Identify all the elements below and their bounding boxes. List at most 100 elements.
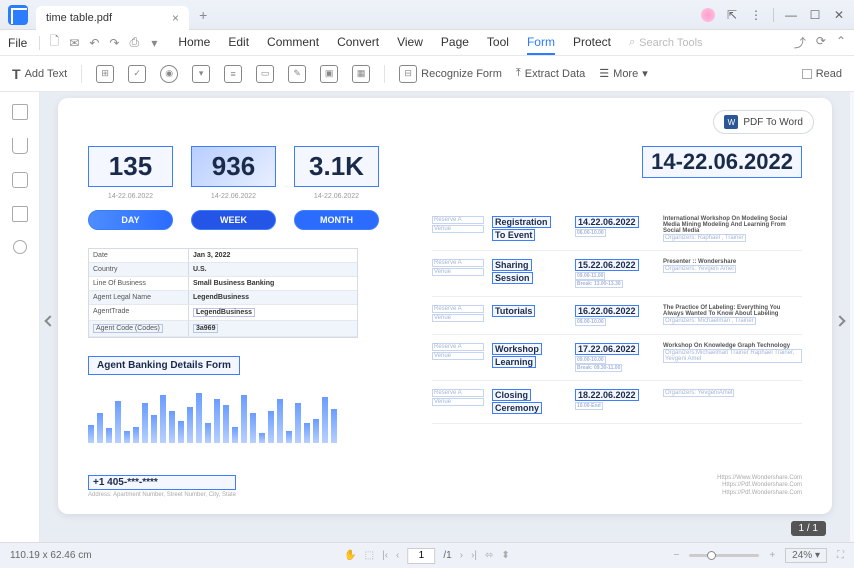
fit-page-icon[interactable]: ⬍ <box>501 550 509 561</box>
event-date[interactable]: 15.22.06.2022 <box>575 259 639 271</box>
extract-data-button[interactable]: ⤒ Extract Data <box>516 67 585 80</box>
bar <box>304 423 310 443</box>
close-icon[interactable]: × <box>172 11 179 25</box>
bar <box>115 401 121 443</box>
text-field-icon[interactable]: ⊞ <box>96 65 114 83</box>
chart-title[interactable]: Agent Banking Details Form <box>88 356 240 375</box>
bar <box>241 395 247 443</box>
form-row: DateJan 3, 2022 <box>89 249 357 263</box>
attachment-icon[interactable] <box>12 206 28 222</box>
form-row: Agent Code (Codes)3a969 <box>89 321 357 337</box>
share-icon[interactable]: ⇱ <box>725 8 739 22</box>
cursor-coords: 110.19 x 62.46 cm <box>10 550 92 561</box>
pdf-to-word-button[interactable]: W PDF To Word <box>713 110 814 134</box>
page-total: /1 <box>443 550 451 561</box>
select-tool-icon[interactable]: ⬚ <box>365 550 374 561</box>
menu-form[interactable]: Form <box>527 35 555 55</box>
open-external-icon[interactable]: ⤴ <box>794 34 806 51</box>
comment-icon[interactable] <box>12 172 28 188</box>
bar <box>313 419 319 443</box>
bar <box>142 403 148 443</box>
event-date[interactable]: 18.22.06.2022 <box>575 389 639 401</box>
menu-page[interactable]: Page <box>441 35 469 50</box>
event-date[interactable]: 14.22.06.2022 <box>575 216 639 228</box>
first-page-icon[interactable]: |‹ <box>382 550 388 561</box>
next-page-icon[interactable]: › <box>460 550 463 561</box>
add-text-button[interactable]: T Add Text <box>12 66 67 82</box>
dropdown-icon[interactable]: ▾ <box>192 65 210 83</box>
event-date[interactable]: 16.22.06.2022 <box>575 305 639 317</box>
chevron-down-icon[interactable]: ▾ <box>146 35 162 51</box>
next-page-arrow[interactable] <box>834 315 845 326</box>
bar <box>232 427 238 443</box>
menu-tool[interactable]: Tool <box>487 35 509 50</box>
last-page-icon[interactable]: ›| <box>471 550 477 561</box>
menu-edit[interactable]: Edit <box>228 35 249 50</box>
menubar: File 🗋 ✉ ↶ ↷ ⎙ ▾ Home Edit Comment Convert V… <box>0 30 854 56</box>
recognize-form-button[interactable]: ⊟ Recognize Form <box>399 65 502 83</box>
prev-page-icon[interactable]: ‹ <box>396 550 399 561</box>
menu-comment[interactable]: Comment <box>267 35 319 50</box>
word-icon: W <box>724 115 738 129</box>
fit-width-icon[interactable]: ⬄ <box>485 550 493 561</box>
search-tools-input[interactable]: ⌕ Search Tools <box>629 36 703 49</box>
list-icon[interactable]: ≡ <box>224 65 242 83</box>
event-date[interactable]: 17.22.06.2022 <box>575 343 639 355</box>
more-button[interactable]: ☰ More▾ <box>599 67 647 80</box>
stat-button-day[interactable]: DAY <box>88 210 173 230</box>
zoom-in-icon[interactable]: + <box>769 550 775 561</box>
menu-convert[interactable]: Convert <box>337 35 379 50</box>
date-range-title[interactable]: 14-22.06.2022 <box>642 146 802 178</box>
bookmark-icon[interactable] <box>12 138 28 154</box>
menu-home[interactable]: Home <box>178 35 210 50</box>
prev-page-arrow[interactable] <box>44 315 55 326</box>
stat-value[interactable]: 135 <box>88 146 173 187</box>
maximize-button[interactable]: ☐ <box>808 8 822 22</box>
minimize-button[interactable]: — <box>784 8 798 22</box>
undo-icon[interactable]: ↶ <box>86 35 102 51</box>
document-tab[interactable]: time table.pdf × <box>36 6 189 30</box>
save-icon[interactable]: 🗋 <box>46 35 62 51</box>
event-row: Reserve AVenue RegistrationTo Event 14.2… <box>432 208 802 251</box>
add-tab-button[interactable]: + <box>199 7 207 23</box>
print-icon[interactable]: ⎙ <box>126 35 142 51</box>
signature-icon[interactable]: ✎ <box>288 65 306 83</box>
page-input[interactable] <box>407 548 435 564</box>
zoom-value[interactable]: 24% ▾ <box>785 548 827 563</box>
image-icon[interactable]: ▣ <box>320 65 338 83</box>
redo-icon[interactable]: ↷ <box>106 35 122 51</box>
stat-button-week[interactable]: WEEK <box>191 210 276 230</box>
radio-icon[interactable]: ◉ <box>160 65 178 83</box>
event-row: Reserve AVenue ClosingCeremony 18.22.06.… <box>432 381 802 424</box>
close-button[interactable]: ✕ <box>832 8 846 22</box>
checkbox-icon[interactable]: ✓ <box>128 65 146 83</box>
ai-icon[interactable] <box>701 8 715 22</box>
event-title: WorkshopLearning <box>492 343 567 369</box>
stat-value[interactable]: 3.1K <box>294 146 379 187</box>
cloud-icon[interactable]: ⟳ <box>816 34 826 51</box>
hand-tool-icon[interactable]: ✋ <box>344 550 356 561</box>
stat-date: 14-22.06.2022 <box>191 193 276 200</box>
thumbnails-icon[interactable] <box>12 104 28 120</box>
search-panel-icon[interactable] <box>13 240 27 254</box>
read-button[interactable]: Read <box>802 68 842 80</box>
file-menu[interactable]: File <box>8 36 27 50</box>
menu-view[interactable]: View <box>397 35 423 50</box>
fullscreen-icon[interactable]: ⛶ <box>837 550 844 561</box>
search-icon: ⌕ <box>629 36 635 49</box>
menu-protect[interactable]: Protect <box>573 35 611 50</box>
zoom-out-icon[interactable]: − <box>673 550 679 561</box>
stat-value[interactable]: 936 <box>191 146 276 187</box>
chevron-up-icon[interactable]: ⌃ <box>836 34 846 51</box>
mail-icon[interactable]: ✉ <box>66 35 82 51</box>
phone-number[interactable]: +1 405-***-**** <box>88 475 236 490</box>
bar <box>88 425 94 443</box>
stat-button-month[interactable]: MONTH <box>294 210 379 230</box>
event-title: SharingSession <box>492 259 567 285</box>
bar <box>151 415 157 443</box>
zoom-slider[interactable] <box>689 554 759 557</box>
form-row: AgentTradeLegendBusiness <box>89 305 357 321</box>
kebab-icon[interactable]: ⋮ <box>749 8 763 22</box>
date-icon[interactable]: ▦ <box>352 65 370 83</box>
button-icon[interactable]: ▭ <box>256 65 274 83</box>
